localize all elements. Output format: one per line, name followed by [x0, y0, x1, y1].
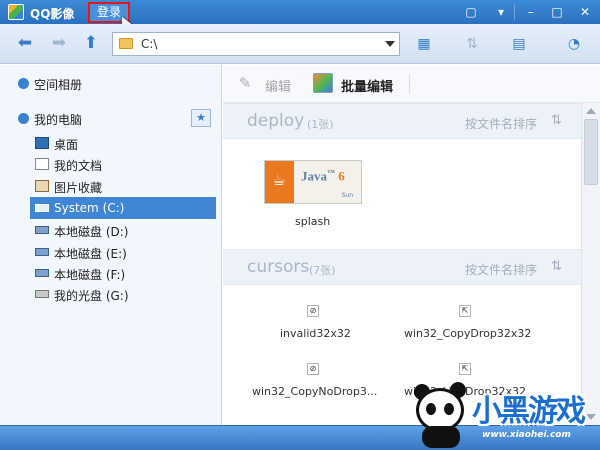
java-version: 6: [338, 168, 345, 184]
group-header-deploy: deploy (1张) 按文件名排序 ⇅: [223, 103, 581, 139]
cd-icon: [35, 290, 49, 298]
toolbar-separator: [409, 75, 410, 93]
file-name[interactable]: win32_CopyNoDrop3...: [252, 385, 377, 398]
file-name[interactable]: win32_CopyDrop32x32: [404, 327, 531, 340]
toolbar: ⬅ ➡ ⬆ C:\ ▦ ⇅ ▤ ◔: [0, 24, 600, 64]
sort-by-filename-button[interactable]: 按文件名排序: [465, 261, 537, 278]
sidebar-item-cd-g[interactable]: 我的光盘 (G:): [30, 283, 216, 305]
documents-icon: [35, 158, 49, 170]
thumbnail-splash[interactable]: ☕ Java™ 6 Sun: [264, 160, 362, 204]
panel-toggle-icon[interactable]: ▤: [505, 34, 533, 54]
address-bar[interactable]: C:\: [112, 32, 400, 56]
group-header-cursors: cursors (7张) 按文件名排序 ⇅: [223, 249, 581, 285]
thumbnail-copydrop[interactable]: ⇱: [459, 305, 471, 317]
up-folder-icon[interactable]: ⬆: [80, 33, 102, 53]
sidebar-item-pictures[interactable]: 图片收藏: [30, 175, 216, 197]
sort-order-icon[interactable]: ⇅: [458, 34, 486, 54]
sidebar-item-documents[interactable]: 我的文档: [30, 153, 216, 175]
sidebar-item-desktop[interactable]: 桌面: [30, 132, 216, 154]
group-name: cursors: [247, 257, 310, 277]
thumbnail-copynodrop[interactable]: ⊘: [307, 363, 319, 375]
sort-icon[interactable]: ⇅: [551, 259, 562, 274]
skin-icon[interactable]: ▢: [460, 4, 482, 20]
disk-icon: [35, 248, 49, 256]
chevron-down-icon[interactable]: [385, 41, 395, 47]
sidebar-item-system-c[interactable]: System (C:): [30, 197, 216, 219]
sidebar-item-label: 桌面: [54, 138, 79, 152]
sidebar-item-label: 我的文档: [54, 159, 103, 173]
file-name[interactable]: invalid32x32: [280, 327, 351, 340]
maximize-icon[interactable]: □: [546, 4, 568, 20]
menu-icon[interactable]: ▾: [490, 4, 512, 20]
group-count: (7张): [309, 264, 336, 277]
title-separator: [514, 4, 515, 20]
scroll-thumb[interactable]: [584, 119, 598, 185]
disk-icon: [35, 204, 49, 212]
sidebar-item-disk-f[interactable]: 本地磁盘 (F:): [30, 262, 216, 284]
main-toolbar: ✎ 编辑 批量编辑: [223, 65, 600, 103]
watermark-url: www.xiaohei.com: [482, 430, 571, 440]
sidebar-item-label: 我的光盘 (G:): [54, 289, 129, 303]
panda-eye: [426, 403, 436, 415]
main-panel: ✎ 编辑 批量编辑 deploy (1张) 按文件名排序 ⇅ ☕ Java™ 6…: [223, 65, 600, 425]
thumbnail-text: Java™ 6: [301, 168, 345, 184]
sidebar-item-disk-d[interactable]: 本地磁盘 (D:): [30, 219, 216, 241]
batch-edit-button[interactable]: 批量编辑: [341, 76, 393, 95]
address-input[interactable]: C:\: [141, 37, 157, 51]
app-title: QQ影像: [30, 7, 75, 21]
sidebar-item-label: System (C:): [54, 201, 125, 215]
sort-by-filename-button[interactable]: 按文件名排序: [465, 115, 537, 132]
group-count: (1张): [307, 118, 334, 131]
sidebar-item-label: 本地磁盘 (F:): [54, 268, 126, 282]
java-cup-icon: ☕: [272, 171, 286, 189]
close-icon[interactable]: ✕: [574, 4, 596, 20]
section-label: 我的电脑: [34, 113, 83, 127]
expand-icon: [18, 78, 29, 89]
back-icon[interactable]: ⬅: [14, 33, 36, 53]
collapse-icon: [18, 113, 29, 124]
panda-body: [422, 426, 460, 448]
edit-brush-icon: ✎: [238, 74, 252, 92]
favorite-star-icon[interactable]: ★: [191, 109, 211, 127]
forward-icon[interactable]: ➡: [48, 33, 70, 53]
view-mode-icon[interactable]: ▦: [410, 34, 438, 54]
share-icon[interactable]: ◔: [560, 34, 588, 54]
disk-icon: [35, 226, 49, 234]
watermark-logo: 小黑游戏: [472, 394, 586, 429]
sidebar-item-label: 本地磁盘 (E:): [54, 247, 127, 261]
sidebar-item-disk-e[interactable]: 本地磁盘 (E:): [30, 241, 216, 263]
batch-edit-icon[interactable]: [313, 73, 333, 93]
scrollbar[interactable]: [581, 103, 600, 425]
folder-icon: [119, 38, 133, 49]
thumbnail-invalid[interactable]: ⊘: [307, 305, 319, 317]
sidebar-item-label: 本地磁盘 (D:): [54, 225, 129, 239]
scroll-up-icon[interactable]: [586, 108, 596, 114]
disk-icon: [35, 269, 49, 277]
pictures-icon: [35, 180, 49, 192]
sidebar-item-label: 图片收藏: [54, 181, 103, 195]
qq-image-window: QQ影像 登录 ▢ ▾ – □ ✕ ⬅ ➡ ⬆ C:\ ▦ ⇅ ▤ ◔ 空间相册…: [0, 0, 600, 450]
app-logo-icon: [8, 4, 24, 20]
desktop-icon: [35, 137, 49, 149]
sun-logo: Sun: [341, 192, 353, 199]
panda-eye: [444, 403, 454, 415]
file-name[interactable]: splash: [295, 215, 330, 228]
minimize-icon[interactable]: –: [520, 4, 542, 20]
title-bar: QQ影像 登录 ▢ ▾ – □ ✕: [0, 0, 600, 24]
section-label: 空间相册: [34, 78, 83, 92]
edit-button[interactable]: 编辑: [265, 76, 291, 95]
sidebar: 空间相册 我的电脑 ★ 桌面 我的文档 图片收藏 System (C:) 本地磁…: [0, 65, 222, 425]
panda-mascot-icon: [410, 378, 472, 448]
sort-icon[interactable]: ⇅: [551, 113, 562, 128]
thumbnail-linkdrop[interactable]: ⇱: [459, 363, 471, 375]
java-word: Java: [301, 168, 327, 184]
group-name: deploy: [247, 111, 305, 131]
